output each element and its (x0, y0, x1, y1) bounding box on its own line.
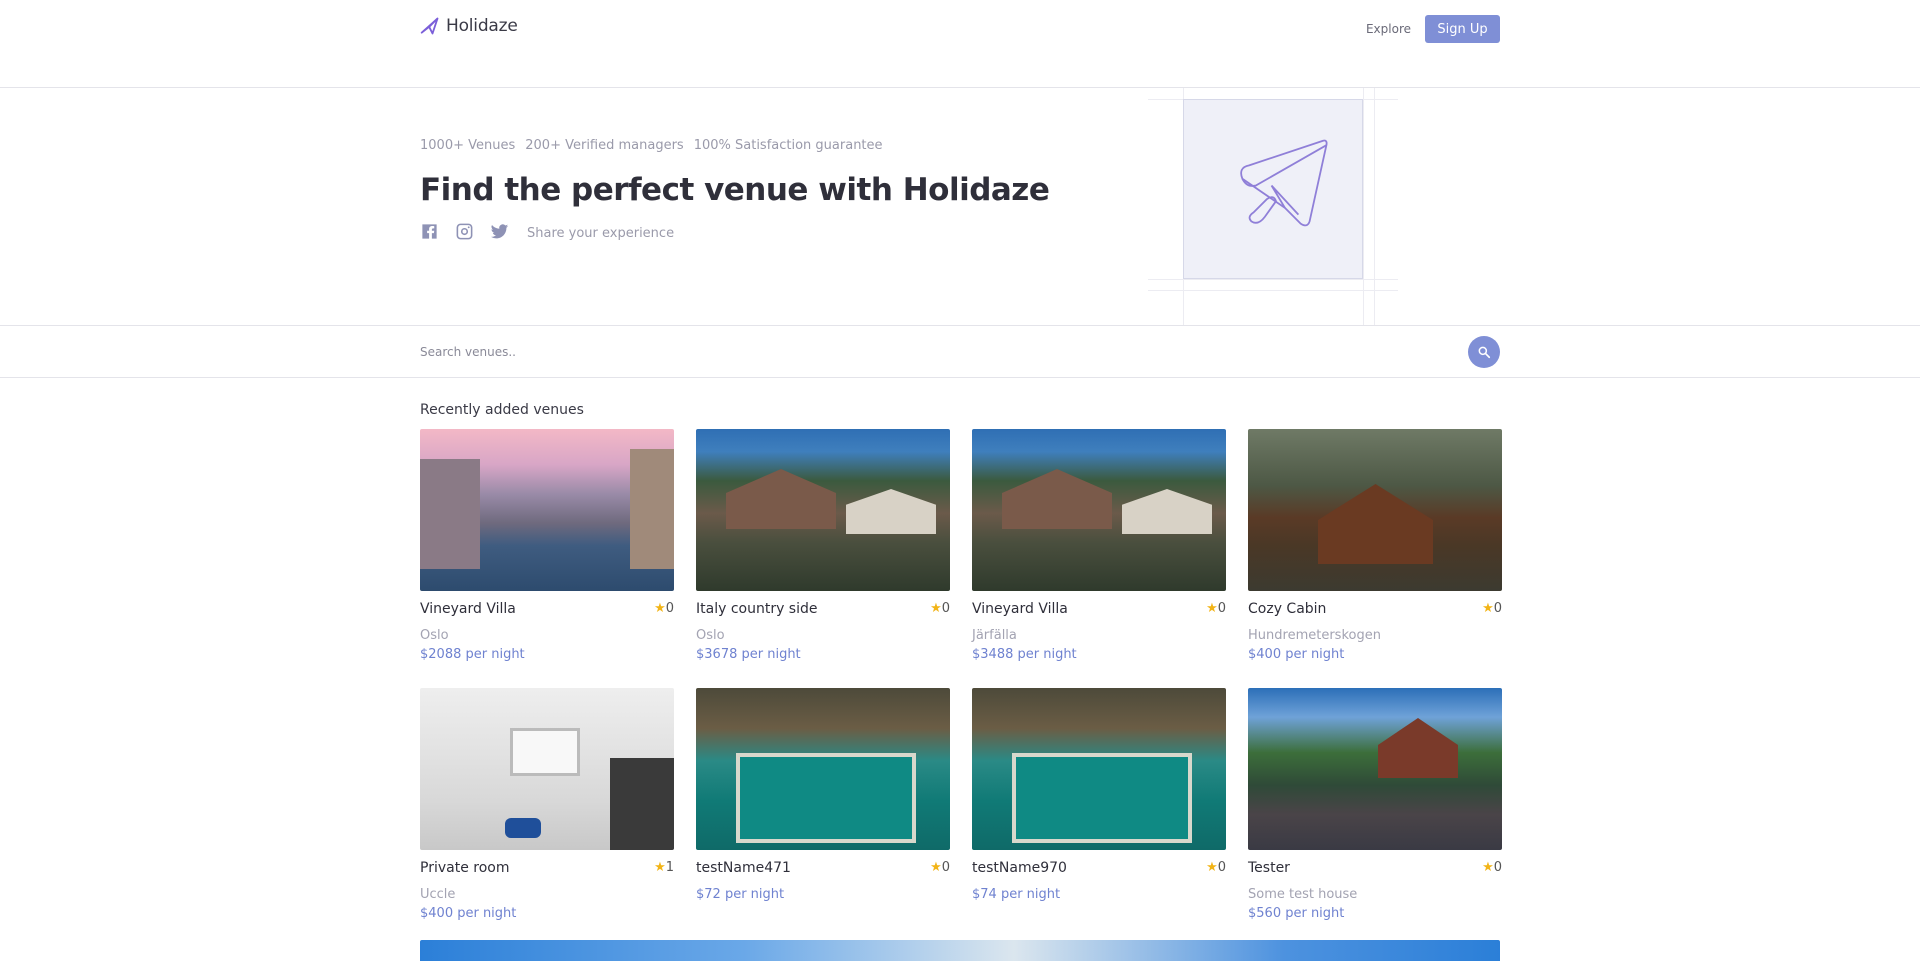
star-icon: ★ (1206, 601, 1218, 616)
hero-illustration (1148, 88, 1398, 325)
stat-venues: 1000+ Venues (420, 138, 516, 153)
search-button[interactable] (1468, 336, 1500, 368)
venue-card[interactable]: Cozy Cabin ★0 Hundremeterskogen $400 per… (1248, 429, 1502, 688)
venue-rating: ★0 (1206, 601, 1226, 616)
venue-grid: Vineyard Villa ★0 Oslo $2088 per night I… (420, 429, 1502, 947)
venue-rating: ★0 (654, 601, 674, 616)
hero-stats: 1000+ Venues 200+ Verified managers 100%… (420, 138, 883, 153)
venue-name: Vineyard Villa (420, 601, 516, 617)
venue-rating: ★0 (1206, 860, 1226, 875)
main-nav: Explore Sign Up (1366, 15, 1500, 43)
star-icon: ★ (930, 601, 942, 616)
star-icon: ★ (1206, 860, 1218, 875)
venue-card[interactable]: Italy country side ★0 Oslo $3678 per nig… (696, 429, 950, 688)
venue-card[interactable]: testName471 ★0 $72 per night (696, 688, 950, 947)
venue-rating: ★0 (930, 601, 950, 616)
nav-explore-link[interactable]: Explore (1366, 22, 1411, 36)
venue-name: Tester (1248, 860, 1290, 876)
recent-venues-title: Recently added venues (420, 402, 584, 418)
venue-rating: ★0 (1482, 860, 1502, 875)
venue-image (420, 688, 674, 850)
venue-name: testName970 (972, 860, 1067, 876)
hero-title: Find the perfect venue with Holidaze (420, 172, 1050, 208)
venue-location: Oslo (420, 628, 449, 643)
star-icon: ★ (1482, 601, 1494, 616)
sign-up-button[interactable]: Sign Up (1425, 15, 1500, 43)
venue-image (420, 429, 674, 591)
star-icon: ★ (654, 860, 666, 875)
venue-price: $74 per night (972, 887, 1061, 902)
venue-image (1248, 688, 1502, 850)
venue-price: $400 per night (1248, 647, 1345, 662)
venue-rating: ★0 (930, 860, 950, 875)
venue-card[interactable]: Tester ★0 Some test house $560 per night (1248, 688, 1502, 947)
hero-section: 1000+ Venues 200+ Verified managers 100%… (0, 88, 1920, 326)
stat-managers: 200+ Verified managers (525, 138, 684, 153)
venue-card[interactable]: Vineyard Villa ★0 Järfälla $3488 per nig… (972, 429, 1226, 688)
star-icon: ★ (1482, 860, 1494, 875)
star-icon: ★ (930, 860, 942, 875)
venue-price: $2088 per night (420, 647, 525, 662)
social-links: Share your experience (420, 222, 674, 245)
venue-location: Uccle (420, 887, 456, 902)
venue-card[interactable]: Vineyard Villa ★0 Oslo $2088 per night (420, 429, 674, 688)
hero-logo-box (1183, 99, 1363, 279)
venue-name: Italy country side (696, 601, 818, 617)
venue-image (1248, 429, 1502, 591)
paper-plane-icon (1240, 139, 1328, 227)
venue-location: Järfälla (972, 628, 1017, 643)
venue-card[interactable]: testName970 ★0 $74 per night (972, 688, 1226, 947)
logo-text: Holidaze (446, 16, 518, 36)
venue-location: Oslo (696, 628, 725, 643)
venue-price: $3488 per night (972, 647, 1077, 662)
venue-rating: ★0 (1482, 601, 1502, 616)
stat-guarantee: 100% Satisfaction guarantee (693, 138, 883, 153)
venue-image (696, 688, 950, 850)
paper-plane-icon (420, 17, 439, 35)
share-experience-text: Share your experience (527, 226, 675, 241)
top-navbar: Holidaze Explore Sign Up (0, 0, 1920, 88)
venue-image (972, 429, 1226, 591)
venue-name: testName471 (696, 860, 791, 876)
venue-name: Cozy Cabin (1248, 601, 1327, 617)
venue-name: Vineyard Villa (972, 601, 1068, 617)
star-icon: ★ (654, 601, 666, 616)
search-bar (0, 326, 1920, 378)
facebook-icon[interactable] (420, 222, 439, 245)
venue-card[interactable]: Private room ★1 Uccle $400 per night (420, 688, 674, 947)
venue-price: $3678 per night (696, 647, 801, 662)
venue-image (972, 688, 1226, 850)
search-icon (1478, 346, 1491, 359)
search-input[interactable] (420, 338, 1220, 366)
instagram-icon[interactable] (455, 222, 474, 245)
featured-banner-image (420, 940, 1500, 961)
venue-location: Some test house (1248, 887, 1358, 902)
venue-location: Hundremeterskogen (1248, 628, 1381, 643)
venue-image (696, 429, 950, 591)
venue-price: $560 per night (1248, 906, 1345, 921)
venue-price: $72 per night (696, 887, 785, 902)
logo[interactable]: Holidaze (420, 16, 518, 36)
venue-rating: ★1 (654, 860, 674, 875)
twitter-icon[interactable] (490, 222, 509, 245)
venue-name: Private room (420, 860, 510, 876)
venue-price: $400 per night (420, 906, 517, 921)
